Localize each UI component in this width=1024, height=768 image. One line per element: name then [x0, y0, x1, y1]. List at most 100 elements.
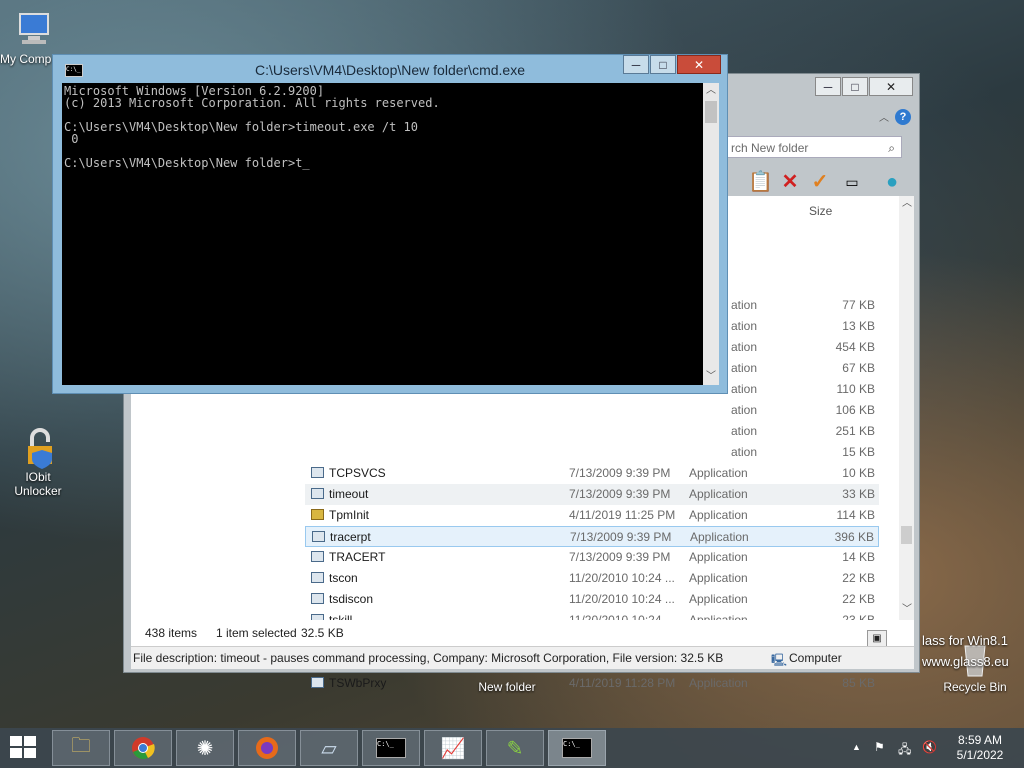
file-type: ation	[731, 361, 758, 375]
table-row[interactable]: tracerpt 7/13/2009 9:39 PM Application 396 …	[305, 526, 879, 547]
application-icon	[311, 593, 324, 604]
desktop-icon-label: IObit Unlocker	[14, 470, 62, 498]
file-size: 33 KB	[842, 487, 875, 501]
scroll-down-arrow-icon[interactable]: ﹀	[703, 369, 719, 385]
ribbon-collapse-icon[interactable]: ︿	[879, 109, 889, 124]
table-row[interactable]: ation 15 KB	[305, 442, 879, 463]
scroll-thumb[interactable]	[901, 526, 912, 544]
application-icon	[311, 509, 324, 520]
glass-icon[interactable]: ▱	[300, 730, 358, 766]
cmd-titlebar[interactable]: C:\_ C:\Users\VM4\Desktop\New folder\cmd…	[53, 55, 727, 83]
table-row[interactable]: ation 106 KB	[305, 400, 879, 421]
file-type: Application	[689, 676, 748, 690]
table-row[interactable]: TCPSVCS 7/13/2009 9:39 PM Application 10 KB	[305, 463, 879, 484]
application-icon	[311, 488, 324, 499]
desktop-icon-label: Recycle Bin	[943, 680, 1007, 694]
file-type: Application	[689, 487, 748, 501]
globe-icon[interactable]: ●	[880, 170, 904, 194]
clock-date: 5/1/2022	[956, 748, 1004, 762]
table-row[interactable]: TpmInit 4/11/2019 11:25 PM Application 114 …	[305, 505, 879, 526]
console-scrollbar[interactable]: ︿ ﹀	[703, 83, 719, 385]
scroll-up-arrow-icon[interactable]: ︿	[899, 196, 915, 212]
minimize-button[interactable]: ─	[623, 55, 649, 74]
application-icon	[311, 572, 324, 583]
desktop-icon-iobit-unlocker[interactable]: IObit Unlocker	[2, 428, 74, 498]
application-icon	[311, 467, 324, 478]
maximize-button[interactable]: □	[650, 55, 676, 74]
file-name: TRACERT	[329, 550, 386, 564]
file-name: TCPSVCS	[329, 466, 386, 480]
table-row[interactable]: ation 251 KB	[305, 421, 879, 442]
weather-icon[interactable]: ✺	[176, 730, 234, 766]
search-icon: ⌕	[888, 141, 895, 155]
clipboard-icon[interactable]: 📋	[748, 170, 773, 194]
scroll-up-arrow-icon[interactable]: ︿	[703, 83, 719, 99]
rename-icon[interactable]: ▭	[840, 170, 864, 194]
taskbar: 🗀 ✺ ▱ C:\_ 📈 ✎ C:\_ ▲ ⚑ 🖧 🔇 8:59 AM 5/1/…	[0, 728, 1024, 768]
firefox-icon[interactable]	[238, 730, 296, 766]
search-input[interactable]: rch New folder ⌕	[724, 136, 902, 158]
file-size: 85 KB	[842, 676, 875, 690]
file-size: 15 KB	[842, 445, 875, 459]
file-size: 13 KB	[842, 319, 875, 333]
table-row[interactable]: TRACERT 7/13/2009 9:39 PM Application 14 KB	[305, 547, 879, 568]
file-size: 110 KB	[836, 382, 875, 396]
network-icon[interactable]: 🖧	[898, 740, 911, 761]
file-type: Application	[689, 592, 748, 606]
checkmark-icon[interactable]: ✓	[808, 170, 832, 194]
search-placeholder: rch New folder	[731, 141, 809, 155]
cmd-taskbar-icon[interactable]: C:\_	[362, 730, 420, 766]
file-type: ation	[731, 403, 758, 417]
file-size: 22 KB	[842, 571, 875, 585]
tray-chevron-icon[interactable]: ▲	[852, 742, 861, 752]
table-row[interactable]: TSWbPrxy 4/11/2019 11:28 PM Application 85 …	[305, 673, 879, 694]
help-icon[interactable]: ?	[895, 109, 911, 125]
clock-time: 8:59 AM	[957, 733, 1003, 747]
scroll-thumb[interactable]	[705, 101, 717, 123]
file-name: TSWbPrxy	[329, 676, 387, 690]
clock[interactable]: 8:59 AM 5/1/2022	[948, 733, 1012, 763]
file-date: 11/20/2010 10:24 ...	[569, 571, 675, 585]
application-icon	[311, 551, 324, 562]
column-header-size[interactable]: Size	[809, 204, 832, 218]
task-manager-icon[interactable]: 📈	[424, 730, 482, 766]
cmd-taskbar-icon-active[interactable]: C:\_	[548, 730, 606, 766]
volume-muted-icon[interactable]: 🔇	[922, 740, 937, 754]
minimize-button[interactable]: ─	[815, 77, 841, 96]
file-date: 4/11/2019 11:28 PM	[569, 676, 676, 690]
table-row[interactable]: tsdiscon 11/20/2010 10:24 ... Application 2…	[305, 589, 879, 610]
scroll-down-arrow-icon[interactable]: ﹀	[899, 602, 915, 618]
chrome-icon[interactable]	[114, 730, 172, 766]
file-size: 67 KB	[842, 361, 875, 375]
application-icon	[312, 531, 325, 542]
application-icon	[311, 677, 324, 688]
start-button[interactable]	[10, 736, 38, 760]
file-type: ation	[731, 445, 758, 459]
file-date: 7/13/2009 9:39 PM	[569, 550, 671, 564]
lock-shield-icon	[18, 428, 58, 469]
selected-count: 1 item selected	[216, 626, 297, 640]
computer-icon	[14, 10, 54, 50]
file-size: 454 KB	[835, 340, 875, 354]
console-line: (c) 2013 Microsoft Corporation. All righ…	[64, 96, 440, 110]
file-type: Application	[689, 571, 748, 585]
notepad-plus-icon[interactable]: ✎	[486, 730, 544, 766]
maximize-button[interactable]: □	[842, 77, 868, 96]
close-button[interactable]: ✕	[869, 77, 913, 96]
file-date: 4/11/2019 11:25 PM	[569, 508, 676, 522]
file-date: 11/20/2010 10:24 ...	[569, 592, 675, 606]
file-type: ation	[731, 382, 758, 396]
table-row[interactable]: timeout 7/13/2009 9:39 PM Application 33 KB	[305, 484, 879, 505]
file-name: tracerpt	[330, 530, 371, 544]
delete-icon[interactable]: ✕	[778, 170, 802, 194]
console-output[interactable]: Microsoft Windows [Version 6.2.9200] (c) …	[62, 83, 703, 385]
close-button[interactable]: ✕	[677, 55, 721, 74]
file-explorer-icon[interactable]: 🗀	[52, 730, 110, 766]
cmd-window: C:\_ C:\Users\VM4\Desktop\New folder\cmd…	[52, 54, 728, 394]
action-center-flag-icon[interactable]: ⚑	[874, 740, 885, 754]
file-type: Application	[689, 508, 748, 522]
file-size: 14 KB	[842, 550, 875, 564]
glass-text-line2: www.glass8.eu	[922, 654, 1009, 669]
table-row[interactable]: tscon 11/20/2010 10:24 ... Application 22 K…	[305, 568, 879, 589]
file-list-scrollbar[interactable]: ︿ ﹀	[899, 196, 914, 620]
